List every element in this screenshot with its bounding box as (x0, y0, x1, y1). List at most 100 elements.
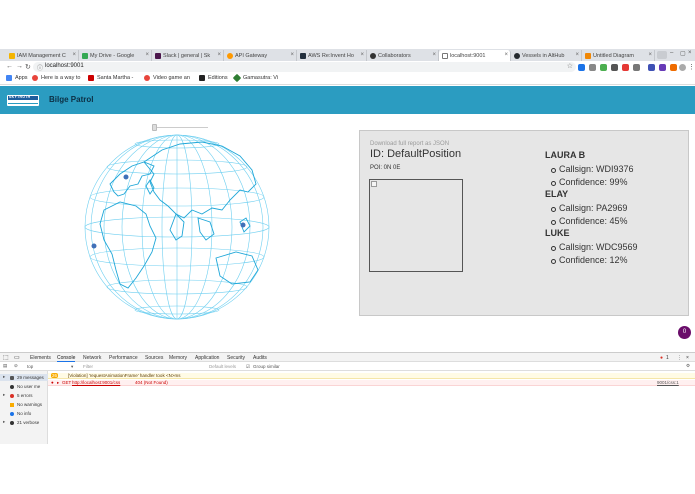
bookmark-favicon-icon (232, 73, 242, 83)
error-count-icon[interactable]: ● (660, 355, 663, 361)
browser-tab[interactable]: Untitled Diagram × (582, 50, 655, 61)
expand-icon[interactable]: ▸ (3, 374, 5, 380)
close-icon[interactable]: × (290, 52, 294, 58)
device-toolbar-icon[interactable]: ▭ (14, 354, 20, 361)
extension-icon[interactable] (659, 64, 666, 71)
browser-tab[interactable]: Collaborators × (367, 50, 439, 61)
extension-icon[interactable] (670, 64, 677, 71)
clear-console-icon[interactable]: ⊘ (14, 363, 18, 369)
landmass-asia (143, 141, 257, 219)
bookmark-label: Video game an (153, 75, 190, 81)
context-selector[interactable]: top (27, 364, 33, 369)
expand-icon[interactable]: ▸ (3, 392, 5, 398)
error-url-link[interactable]: http://localhost:9001/css (72, 380, 120, 385)
back-icon[interactable]: ← (6, 63, 13, 70)
download-report-link[interactable]: Download full report as JSON (370, 141, 449, 147)
minimize-icon[interactable]: – (670, 50, 673, 56)
console-settings-icon[interactable]: ⚙ (686, 363, 690, 369)
devtools-tab-bar: ⬚ ▭ Elements Console Network Performance… (0, 352, 695, 362)
bookmark-item[interactable]: Video game an (144, 75, 190, 81)
sidebar-item-user-messages[interactable]: No user me (10, 384, 40, 389)
sidebar-toggle-icon[interactable]: ▤ (3, 363, 7, 369)
bookmark-item[interactable]: Santa Martha - (88, 75, 133, 81)
tab-sources[interactable]: Sources (145, 355, 163, 361)
sidebar-item-verbose[interactable]: 21 verbose (10, 420, 39, 425)
console-error-row[interactable]: ● ▸ GET http://localhost:9001/css 404 (N… (48, 380, 695, 386)
bookmark-star-icon[interactable]: ☆ (567, 62, 573, 70)
candidate-callsign: Callsign: WDC9569 (545, 241, 685, 254)
close-icon[interactable]: × (504, 52, 508, 58)
bookmark-item[interactable]: Gamasutra: Vi (232, 73, 279, 83)
browser-tab[interactable]: AWS Re:Invent Ho × (297, 50, 367, 61)
address-bar[interactable]: ⓘ localhost:9001 ☆ (33, 62, 576, 72)
bookmark-item[interactable]: Here is a way to (32, 75, 80, 81)
expand-icon[interactable]: ▸ (3, 419, 5, 425)
tab-security[interactable]: Security (227, 355, 245, 361)
zoom-slider-track[interactable] (152, 127, 208, 128)
extension-icon[interactable] (611, 64, 618, 71)
context-dropdown-icon[interactable]: ▾ (71, 364, 73, 370)
tab-application[interactable]: Application (195, 355, 219, 361)
tab-network[interactable]: Network (83, 355, 101, 361)
levels-dropdown[interactable]: Default levels (209, 364, 236, 369)
console-warning-row[interactable]: 26 [Violation] 'requestAnimationFrame' h… (48, 373, 695, 379)
browser-tab-active[interactable]: localhost:9001 × (439, 50, 511, 61)
extension-icon[interactable] (648, 64, 655, 71)
vessel-marker[interactable] (240, 222, 246, 228)
sidebar-item-errors[interactable]: 5 errors (10, 393, 33, 398)
vessel-info-panel: Download full report as JSON ID: Default… (359, 130, 689, 316)
reload-icon[interactable]: ↻ (25, 63, 31, 71)
error-source-link[interactable]: 9001/css:1 (657, 380, 679, 385)
tab-elements[interactable]: Elements (30, 355, 51, 361)
browser-tab[interactable]: My Drive - Google × (79, 50, 152, 61)
maximize-icon[interactable]: ▢ (680, 50, 686, 57)
bookmark-item[interactable]: Apps (6, 75, 28, 81)
tab-performance[interactable]: Performance (109, 355, 138, 361)
tab-audits[interactable]: Audits (253, 355, 267, 361)
extension-icon[interactable] (589, 64, 596, 71)
zoom-slider-thumb[interactable] (152, 124, 157, 131)
extension-icon[interactable] (633, 64, 640, 71)
forward-icon[interactable]: → (16, 63, 23, 70)
devtools-close-icon[interactable]: × (686, 355, 689, 361)
devtools-menu-icon[interactable]: ⋮ (677, 355, 682, 361)
extension-icon[interactable] (600, 64, 607, 71)
floating-action-button[interactable]: 0 (678, 326, 691, 339)
menu-icon[interactable]: ⋮ (688, 63, 695, 71)
sidebar-item-messages[interactable]: 29 messages (10, 375, 44, 380)
inspect-element-icon[interactable]: ⬚ (3, 354, 9, 361)
sidebar-item-warnings[interactable]: No warnings (10, 402, 42, 407)
tab-console[interactable]: Console (57, 355, 76, 362)
site-info-icon[interactable]: ⓘ (37, 63, 43, 72)
bookmark-label: Gamasutra: Vi (243, 75, 279, 81)
browser-tab[interactable]: IAM Management C × (6, 50, 79, 61)
close-icon[interactable]: × (575, 52, 579, 58)
globe-view[interactable] (80, 122, 280, 327)
error-count[interactable]: 1 (666, 355, 669, 361)
close-icon[interactable]: × (648, 52, 652, 58)
vessel-marker[interactable] (123, 174, 129, 180)
group-similar-checkbox[interactable]: ☑ (246, 364, 250, 370)
close-icon[interactable]: × (145, 52, 149, 58)
profile-avatar[interactable] (679, 64, 686, 71)
expand-icon[interactable]: ▸ (57, 380, 59, 386)
new-tab-button[interactable] (657, 51, 667, 59)
close-icon[interactable]: × (432, 52, 436, 58)
bookmark-item[interactable]: Editions (199, 75, 228, 81)
browser-tab[interactable]: API Gateway × (224, 50, 297, 61)
close-icon[interactable]: × (360, 52, 364, 58)
extension-icon[interactable] (578, 64, 585, 71)
filter-input[interactable]: Filter (83, 364, 93, 369)
tab-label: Untitled Diagram (593, 52, 634, 59)
close-icon[interactable]: × (217, 52, 221, 58)
close-window-icon[interactable]: × (688, 50, 692, 56)
tab-memory[interactable]: Memory (169, 355, 187, 361)
close-icon[interactable]: × (72, 52, 76, 58)
vessel-marker[interactable] (91, 243, 97, 249)
extension-icon[interactable] (622, 64, 629, 71)
browser-tab[interactable]: Vessels in AltHub × (511, 50, 582, 61)
globe-svg[interactable] (80, 122, 280, 327)
browser-tab[interactable]: Slack | general | Sk × (152, 50, 224, 61)
landmass-africa (99, 201, 157, 289)
sidebar-item-info[interactable]: No info (10, 411, 31, 416)
